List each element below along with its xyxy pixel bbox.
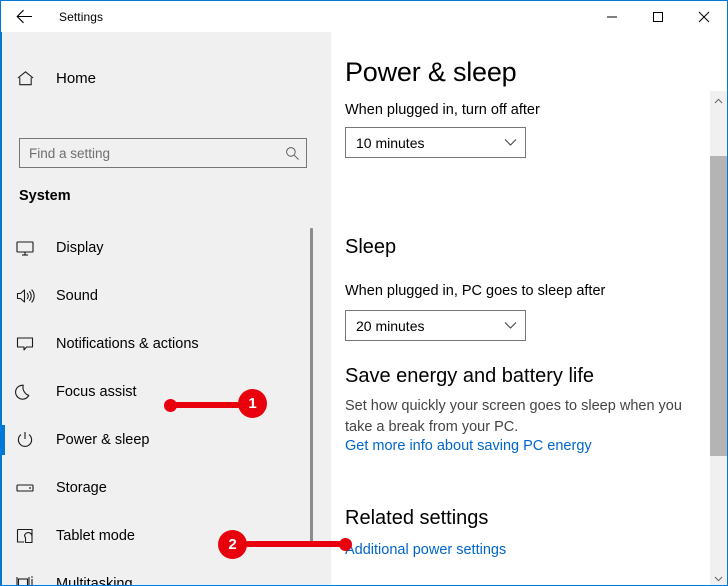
content-scrollbar[interactable]: [710, 91, 727, 586]
minimize-icon: [606, 11, 618, 23]
back-button[interactable]: [1, 1, 47, 32]
additional-power-settings-link[interactable]: Additional power settings: [345, 542, 506, 558]
save-energy-heading: Save energy and battery life: [345, 365, 595, 387]
save-energy-link[interactable]: Get more info about saving PC energy: [345, 438, 592, 454]
home-label: Home: [56, 69, 97, 87]
maximize-button[interactable]: [635, 1, 681, 32]
tablet-hand-icon: [2, 526, 48, 546]
sidebar-item-label: Focus assist: [56, 384, 137, 400]
scrollbar-thumb[interactable]: [710, 156, 727, 456]
caption-button-group: [589, 1, 727, 32]
sidebar-item-multitasking[interactable]: Multitasking: [2, 560, 307, 586]
sidebar-item-label: Tablet mode: [56, 528, 135, 544]
sidebar-item-power-sleep[interactable]: Power & sleep: [2, 416, 307, 464]
sidebar-item-tablet-mode[interactable]: Tablet mode: [2, 512, 307, 560]
settings-window: Settings Home Find a setting System Disp…: [0, 0, 728, 586]
multitasking-icon: [2, 574, 48, 585]
screen-timeout-value: 10 minutes: [356, 134, 425, 151]
sidebar-item-label: Power & sleep: [56, 432, 150, 448]
chevron-up-icon: [714, 91, 723, 109]
chevron-down-icon: [714, 569, 723, 586]
scrollbar-down-button[interactable]: [710, 569, 727, 586]
sidebar-item-label: Notifications & actions: [56, 336, 199, 352]
sleep-section-heading: Sleep: [345, 236, 397, 258]
page-title: Power & sleep: [345, 57, 517, 87]
sidebar-scrollbar[interactable]: [310, 228, 313, 546]
chevron-down-icon: [495, 138, 525, 147]
save-energy-description: Set how quickly your screen goes to slee…: [345, 398, 682, 435]
speaker-icon: [2, 286, 48, 306]
sidebar-item-label: Display: [56, 240, 104, 256]
monitor-icon: [2, 238, 48, 258]
annotation-1-leader-line: [171, 402, 243, 408]
sidebar-item-label: Sound: [56, 288, 98, 304]
maximize-icon: [652, 11, 664, 23]
scrollbar-up-button[interactable]: [710, 91, 727, 108]
sleep-timeout-dropdown[interactable]: 20 minutes: [345, 310, 526, 341]
moon-icon: [2, 382, 48, 402]
home-icon: [2, 69, 48, 88]
drive-icon: [2, 478, 48, 498]
settings-sidebar: Home System Displ: [2, 32, 331, 586]
power-icon: [2, 430, 48, 450]
annotation-1-badge: 1: [238, 389, 267, 418]
sidebar-category-title: System: [19, 188, 71, 204]
notification-balloon-icon: [2, 334, 48, 354]
back-arrow-icon: [15, 9, 33, 24]
annotation-2-badge: 2: [218, 530, 247, 559]
sleep-timeout-value: 20 minutes: [356, 317, 425, 334]
sidebar-item-sound[interactable]: Sound: [2, 272, 307, 320]
screen-timeout-dropdown[interactable]: 10 minutes: [345, 127, 526, 158]
sidebar-item-notifications[interactable]: Notifications & actions: [2, 320, 307, 368]
search-input[interactable]: [20, 139, 278, 167]
close-icon: [698, 11, 710, 23]
sidebar-item-label: Multitasking: [56, 576, 133, 586]
sleep-timeout-label: When plugged in, PC goes to sleep after: [345, 283, 606, 299]
sidebar-item-storage[interactable]: Storage: [2, 464, 307, 512]
close-button[interactable]: [681, 1, 727, 32]
annotation-2-pointer-dot: [339, 538, 352, 551]
annotation-2-leader-line: [245, 541, 348, 547]
sidebar-item-display[interactable]: Display: [2, 224, 307, 272]
chevron-down-icon: [495, 321, 525, 330]
search-icon[interactable]: [278, 146, 306, 161]
minimize-button[interactable]: [589, 1, 635, 32]
title-bar: Settings: [1, 1, 727, 32]
window-title: Settings: [59, 9, 104, 24]
sidebar-item-label: Storage: [56, 480, 107, 496]
sidebar-item-home[interactable]: Home: [2, 58, 302, 98]
related-settings-heading: Related settings: [345, 507, 489, 529]
screen-timeout-label: When plugged in, turn off after: [345, 102, 540, 118]
search-box[interactable]: [19, 138, 307, 168]
settings-content-pane: Power & sleep When plugged in, turn off …: [331, 32, 727, 586]
